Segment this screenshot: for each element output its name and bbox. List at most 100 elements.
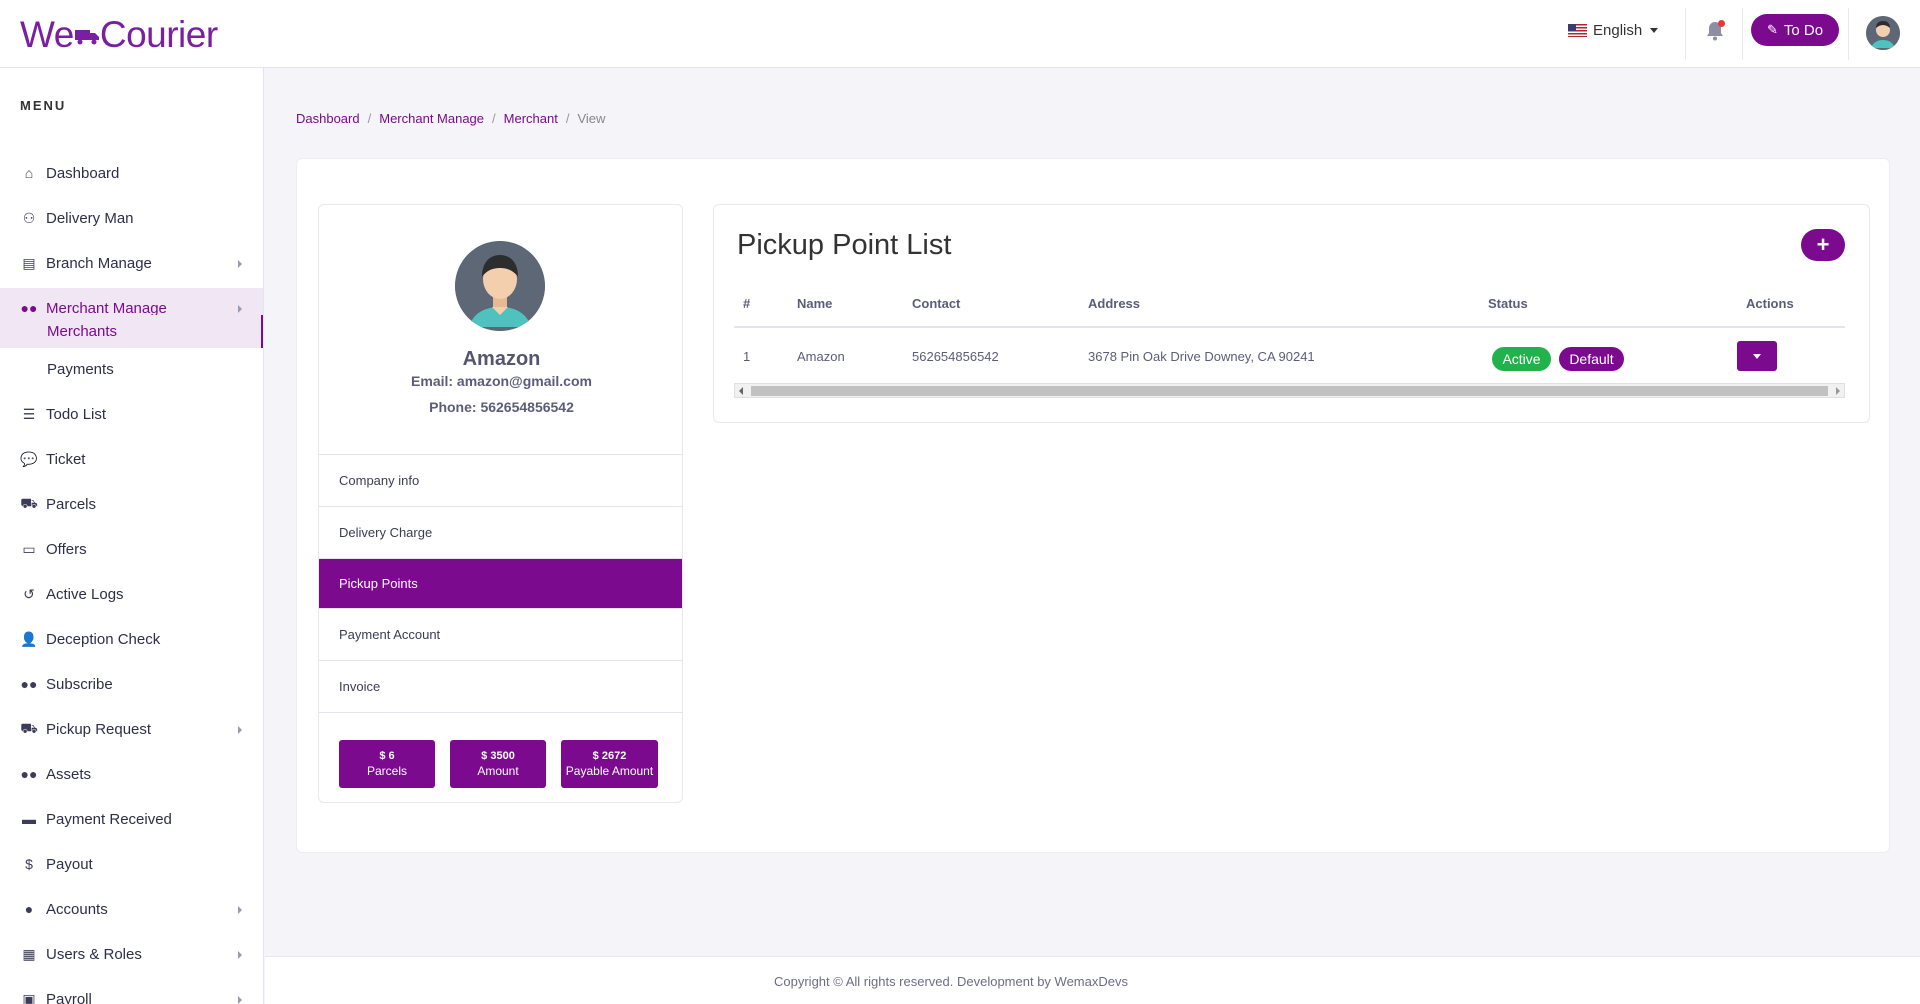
caret-down-icon <box>1650 28 1659 33</box>
table-header-divider <box>734 326 1845 328</box>
breadcrumb-merchant[interactable]: Merchant <box>504 111 558 126</box>
sidebar-item-label: Deception Check <box>46 630 161 648</box>
sidebar-item-label: Branch Manage <box>46 254 152 272</box>
default-badge: Default <box>1559 347 1624 371</box>
merchant-phone: Phone: 562654856542 <box>429 399 574 415</box>
breadcrumb-dashboard[interactable]: Dashboard <box>296 111 360 126</box>
scroll-left-icon[interactable] <box>739 387 743 395</box>
payroll-icon: ▣ <box>22 990 36 1004</box>
notification-button[interactable] <box>1706 20 1725 41</box>
add-pickup-point-button[interactable]: + <box>1801 229 1845 261</box>
sidebar-item-label: Accounts <box>46 900 108 918</box>
chevron-right-icon <box>238 726 242 734</box>
sidebar-item-todo-list[interactable]: ☰ Todo List <box>0 394 263 434</box>
sidebar-item-offers[interactable]: ▭ Offers <box>0 529 263 569</box>
sidebar-item-payout[interactable]: $ Payout <box>0 844 263 884</box>
sidebar-item-accounts[interactable]: ● Accounts <box>0 889 263 929</box>
history-icon: ↺ <box>23 585 35 602</box>
merchant-avatar <box>455 241 545 331</box>
scroll-right-icon[interactable] <box>1836 387 1840 395</box>
profile-menu-payment-account[interactable]: Payment Account <box>319 609 682 661</box>
edit-icon: ✎ <box>1766 22 1778 37</box>
breadcrumb-separator: / <box>565 111 570 126</box>
logo-prefix: We <box>20 14 74 55</box>
column-header-address: Address <box>1088 296 1141 311</box>
sidebar-item-payroll[interactable]: ▣ Payroll <box>0 979 263 1004</box>
home-icon: ⌂ <box>24 165 34 181</box>
sidebar-item-parcels[interactable]: ⛟ Parcels <box>0 484 263 524</box>
grid-icon: ▦ <box>22 945 36 962</box>
chevron-right-icon <box>238 260 242 268</box>
breadcrumb: Dashboard / Merchant Manage / Merchant /… <box>296 111 605 126</box>
row-number: 1 <box>743 349 751 364</box>
sidebar-item-pickup-request[interactable]: ⛟ Pickup Request <box>0 709 263 749</box>
chevron-right-icon <box>238 305 242 313</box>
user-icon: ● <box>24 901 34 917</box>
sidebar-item-active-logs[interactable]: ↺ Active Logs <box>0 574 263 614</box>
offer-icon: ▭ <box>22 540 36 557</box>
stat-value: $ 3500 <box>481 750 515 762</box>
stat-label: Payable Amount <box>565 764 654 778</box>
profile-menu-pickup-points[interactable]: Pickup Points <box>319 559 682 609</box>
profile-menu-delivery-charge[interactable]: Delivery Charge <box>319 507 682 559</box>
sidebar-subitem-payments[interactable]: Payments <box>0 353 263 386</box>
sidebar-item-deception-check[interactable]: 👤 Deception Check <box>0 619 263 659</box>
todo-button[interactable]: ✎ To Do <box>1751 14 1839 46</box>
sidebar-item-label: Payroll <box>46 990 92 1004</box>
breadcrumb-separator: / <box>492 111 496 126</box>
sidebar-item-subscribe[interactable]: ●● Subscribe <box>0 664 263 704</box>
profile-menu-label: Delivery Charge <box>339 525 433 540</box>
sidebar-item-dashboard[interactable]: ⌂ Dashboard <box>0 153 263 193</box>
profile-menu-label: Payment Account <box>339 627 441 642</box>
sidebar-item-ticket[interactable]: 💬 Ticket <box>0 439 263 479</box>
amount-stat-button[interactable]: $ 3500 Amount <box>450 740 546 788</box>
row-actions-dropdown[interactable] <box>1737 341 1777 371</box>
merchant-name: Amazon <box>462 348 541 370</box>
comments-icon: 💬 <box>20 450 38 467</box>
stat-label: Parcels <box>366 764 407 778</box>
sidebar-item-label: Parcels <box>46 495 97 513</box>
user-times-icon: 👤 <box>20 630 38 647</box>
sidebar-subitem-label: Merchants <box>47 323 118 340</box>
sidebar-item-label: Subscribe <box>46 675 113 693</box>
dolly-icon: ⛟ <box>20 494 38 511</box>
scrollbar-thumb[interactable] <box>751 386 1828 396</box>
menu-title: MENU <box>20 98 67 113</box>
sidebar-item-label: Ticket <box>46 450 86 468</box>
sidebar-item-branch-manage[interactable]: ▤ Branch Manage <box>0 243 263 283</box>
horizontal-scrollbar[interactable] <box>734 383 1845 398</box>
sidebar-item-delivery-man[interactable]: ⚇ Delivery Man <box>0 198 263 238</box>
column-header-name: Name <box>797 296 833 311</box>
sidebar-item-label: Merchant Manage <box>46 299 167 317</box>
caret-down-icon <box>1753 353 1761 359</box>
list-check-icon: ☰ <box>22 405 36 422</box>
profile-menu-company-info[interactable]: Company info <box>319 455 682 507</box>
notification-dot <box>1718 20 1725 27</box>
payable-amount-stat-button[interactable]: $ 2672 Payable Amount <box>561 740 658 788</box>
sidebar-item-payment-received[interactable]: ▬ Payment Received <box>0 799 263 839</box>
top-header: We Courier English ✎ To Do <box>0 0 1920 68</box>
sidebar-item-assets[interactable]: ●● Assets <box>0 754 263 794</box>
user-avatar[interactable] <box>1866 16 1900 50</box>
sidebar-subitem-merchants[interactable]: Merchants <box>0 315 263 348</box>
footer: Copyright © All rights reserved. Develop… <box>265 956 1920 1004</box>
stat-value: $ 6 <box>379 750 395 762</box>
sidebar-item-label: Pickup Request <box>46 720 152 738</box>
profile-menu-invoice[interactable]: Invoice <box>319 661 682 713</box>
sidebar-item-label: Todo List <box>46 405 107 423</box>
todo-label: To Do <box>1783 21 1824 39</box>
sidebar-item-label: Payout <box>46 855 93 873</box>
app-logo[interactable]: We Courier <box>20 14 218 56</box>
hand-money-icon: $ <box>25 856 33 872</box>
language-selector[interactable]: English <box>1568 22 1659 39</box>
sidebar-item-users-roles[interactable]: ▦ Users & Roles <box>0 934 263 974</box>
row-name: Amazon <box>797 349 845 364</box>
sidebar-subitem-label: Payments <box>47 361 114 378</box>
breadcrumb-merchant-manage[interactable]: Merchant Manage <box>379 111 484 126</box>
parcels-stat-button[interactable]: $ 6 Parcels <box>339 740 435 788</box>
breadcrumb-current: View <box>577 111 606 126</box>
profile-menu: Company info Delivery Charge Pickup Poin… <box>319 454 682 713</box>
column-header-status: Status <box>1488 296 1528 311</box>
users-icon: ●● <box>20 766 38 782</box>
profile-menu-label: Invoice <box>339 679 381 694</box>
